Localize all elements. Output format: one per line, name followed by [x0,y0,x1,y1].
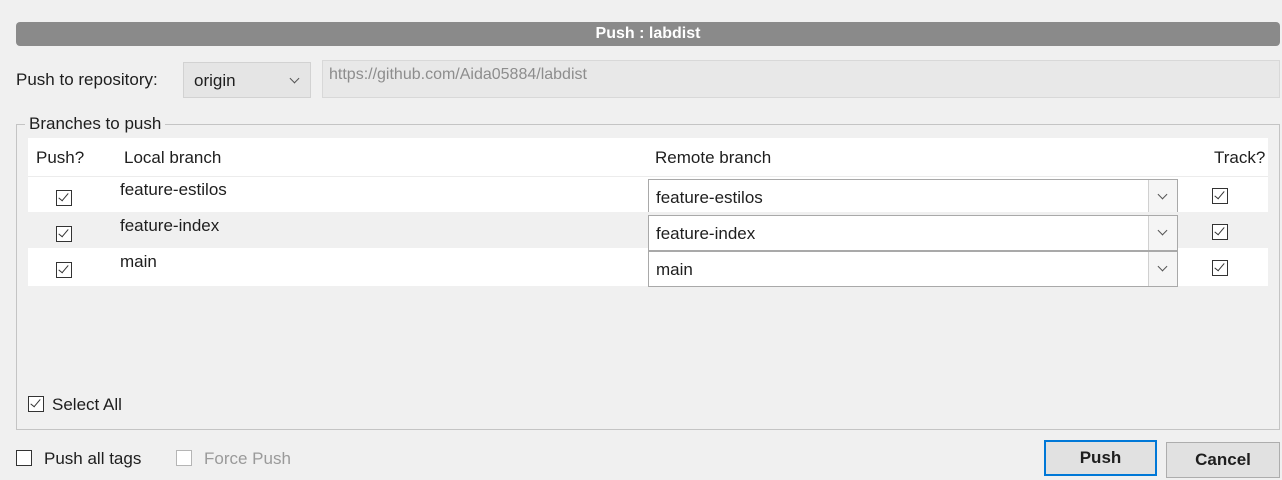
push-all-tags-box-icon [16,450,32,466]
track-checkbox[interactable] [1212,260,1228,276]
repository-url-field: https://github.com/Aida05884/labdist [322,60,1280,98]
select-all-check-icon [28,396,44,412]
branches-table: Push? Local branch Remote branch Track? … [28,138,1268,287]
push-checkbox[interactable] [56,190,72,206]
repository-label: Push to repository: [16,70,158,89]
table-row[interactable]: feature-index feature-index [28,212,1268,251]
chevron-down-icon [1157,225,1168,236]
remote-branch-value[interactable]: feature-estilos [656,188,763,208]
branches-group-label: Branches to push [29,114,162,133]
chevron-down-icon [1157,189,1168,200]
force-push-label: Force Push [204,449,291,468]
track-checkbox[interactable] [1212,224,1228,240]
repository-dropdown[interactable]: origin [183,62,311,98]
push-button[interactable]: Push [1044,440,1157,476]
dialog-title: Push : labdist [16,22,1280,46]
remote-branch-combo[interactable]: feature-estilos [648,179,1178,215]
push-checkbox[interactable] [56,226,72,242]
remote-branch-combo[interactable]: main [648,251,1178,287]
remote-branch-dropdown-button[interactable] [1148,252,1177,286]
push-checkbox[interactable] [56,262,72,278]
remote-branch-value[interactable]: main [656,260,693,280]
chevron-down-icon [289,73,300,84]
column-header-track[interactable]: Track? [1214,148,1265,168]
column-header-remote-branch[interactable]: Remote branch [655,148,771,168]
local-branch-name: feature-index [120,216,220,235]
local-branch-name: main [120,252,157,271]
table-row[interactable]: feature-estilos feature-estilos [28,176,1268,215]
remote-branch-dropdown-button[interactable] [1148,180,1177,214]
select-all-label: Select All [52,395,122,414]
table-header: Push? Local branch Remote branch Track? [28,138,1268,177]
track-checkbox[interactable] [1212,188,1228,204]
local-branch-name: feature-estilos [120,180,227,199]
cancel-button[interactable]: Cancel [1166,442,1280,478]
push-all-tags-label: Push all tags [44,449,142,468]
remote-branch-combo[interactable]: feature-index [648,215,1178,251]
column-header-local-branch[interactable]: Local branch [124,148,221,168]
force-push-box-icon [176,450,192,466]
chevron-down-icon [1157,261,1168,272]
repository-selected: origin [194,71,236,90]
remote-branch-value[interactable]: feature-index [656,224,755,244]
table-row[interactable]: main main [28,248,1268,287]
remote-branch-dropdown-button[interactable] [1148,216,1177,250]
column-header-push[interactable]: Push? [36,148,84,168]
